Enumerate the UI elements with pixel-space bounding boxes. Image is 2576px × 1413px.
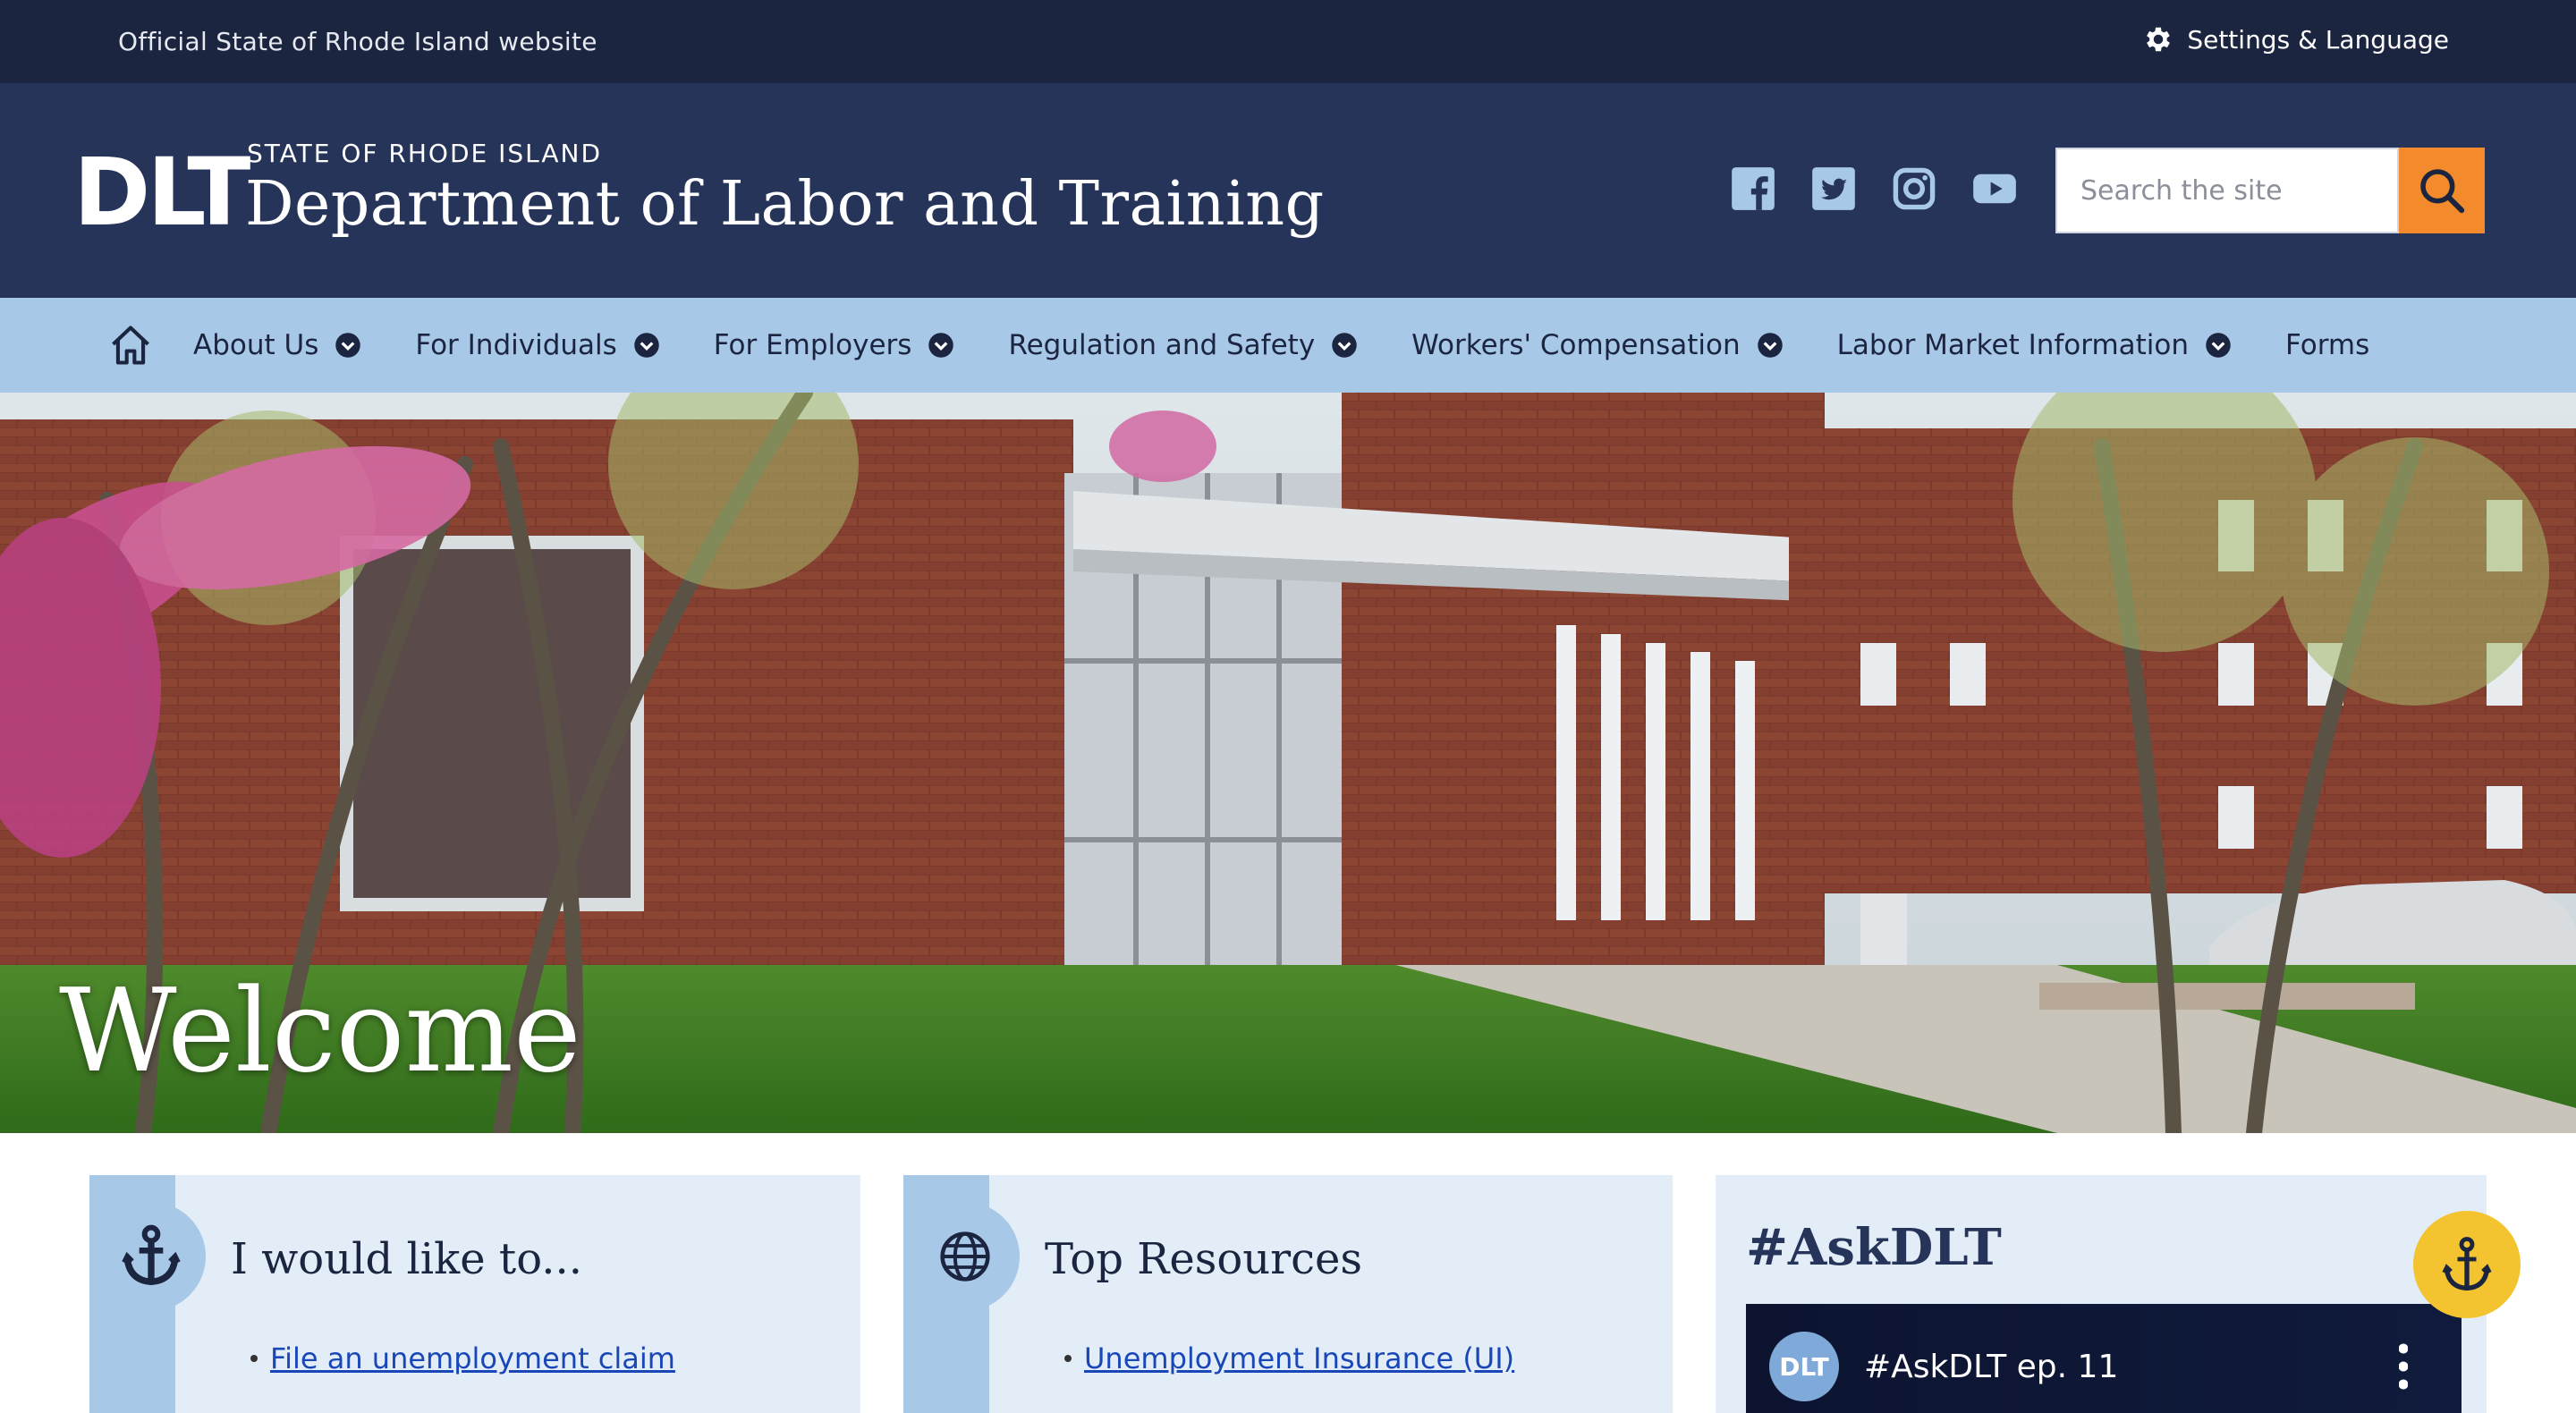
state-label: STATE OF RHODE ISLAND (247, 139, 603, 168)
nav-item-for-employers[interactable]: For Employers (714, 329, 955, 361)
official-site-text: Official State of Rhode Island website (118, 27, 597, 56)
search-icon (2420, 169, 2465, 214)
nav-item-forms[interactable]: Forms (2285, 329, 2369, 361)
official-bar: Official State of Rhode Island website S… (0, 0, 2576, 83)
search-input[interactable] (2055, 148, 2399, 233)
chevron-down-icon (335, 333, 361, 358)
nav-item-label: Labor Market Information (1836, 329, 2190, 361)
hero-banner: Welcome (0, 393, 2576, 1133)
chevron-down-icon (1757, 333, 1783, 358)
nav-item-regulation-and-safety[interactable]: Regulation and Safety (1008, 329, 1358, 361)
nav-item-label: Workers' Compensation (1411, 329, 1741, 361)
askdlt-card: #AskDLT DLT #AskDLT ep. 11 (1716, 1175, 2487, 1413)
instagram-icon[interactable] (1891, 165, 1937, 212)
unemployment-insurance-link[interactable]: Unemployment Insurance (UI) (1084, 1341, 1514, 1375)
home-icon[interactable] (107, 322, 154, 368)
nav-item-about-us[interactable]: About Us (193, 329, 361, 361)
hero-heading: Welcome (59, 965, 581, 1098)
bullet (1064, 1355, 1072, 1362)
nav-item-label: Regulation and Safety (1008, 329, 1316, 361)
main-navigation: About Us For Individuals For Employers R… (0, 298, 2576, 393)
video-embed[interactable]: DLT #AskDLT ep. 11 (1746, 1304, 2462, 1413)
file-unemployment-claim-link[interactable]: File an unemployment claim (270, 1341, 675, 1375)
more-options-icon[interactable] (2399, 1340, 2408, 1393)
social-links (1730, 165, 2018, 212)
list-item: Unemployment Insurance (UI) (1064, 1341, 1514, 1375)
chevron-down-icon (1332, 333, 1357, 358)
card-title: #AskDLT (1746, 1218, 2002, 1277)
nav-item-labor-market-information[interactable]: Labor Market Information (1837, 329, 2232, 361)
channel-avatar[interactable]: DLT (1769, 1332, 1839, 1401)
nav-item-label: About Us (193, 329, 319, 361)
anchor-icon (2442, 1237, 2492, 1291)
gear-icon (2147, 27, 2171, 52)
twitter-icon[interactable] (1810, 165, 1857, 212)
chevron-down-icon (2206, 333, 2231, 358)
card-icon-badge (97, 1202, 206, 1311)
site-search (2055, 148, 2485, 233)
settings-language-label: Settings & Language (2187, 24, 2449, 55)
anchor-fab-button[interactable] (2413, 1211, 2521, 1318)
youtube-icon[interactable] (1971, 165, 2018, 212)
top-resources-card: Top Resources Unemployment Insurance (UI… (903, 1175, 1673, 1413)
site-header: DLT STATE OF RHODE ISLAND Department of … (0, 83, 2576, 298)
facebook-icon[interactable] (1730, 165, 1776, 212)
settings-language-button[interactable]: Settings & Language (2142, 23, 2449, 55)
quick-actions-card: I would like to... File an unemployment … (89, 1175, 860, 1413)
list-item: File an unemployment claim (250, 1341, 675, 1375)
dlt-logo[interactable]: DLT (73, 146, 250, 239)
chevron-down-icon (928, 333, 954, 358)
globe-icon (940, 1231, 990, 1282)
search-button[interactable] (2399, 148, 2485, 233)
chevron-down-icon (634, 333, 659, 358)
card-title: I would like to... (231, 1234, 583, 1284)
nav-item-for-individuals[interactable]: For Individuals (415, 329, 659, 361)
anchor-icon (122, 1224, 181, 1286)
department-title[interactable]: Department of Labor and Training (245, 169, 1325, 240)
card-icon-badge (911, 1202, 1020, 1311)
nav-item-label: For Employers (713, 329, 912, 361)
nav-item-label: For Individuals (415, 329, 617, 361)
bullet (250, 1355, 258, 1362)
card-title: Top Resources (1045, 1234, 1363, 1284)
video-title[interactable]: #AskDLT ep. 11 (1864, 1349, 2118, 1385)
nav-item-workers-compensation[interactable]: Workers' Compensation (1411, 329, 1783, 361)
nav-item-label: Forms (2285, 329, 2370, 361)
